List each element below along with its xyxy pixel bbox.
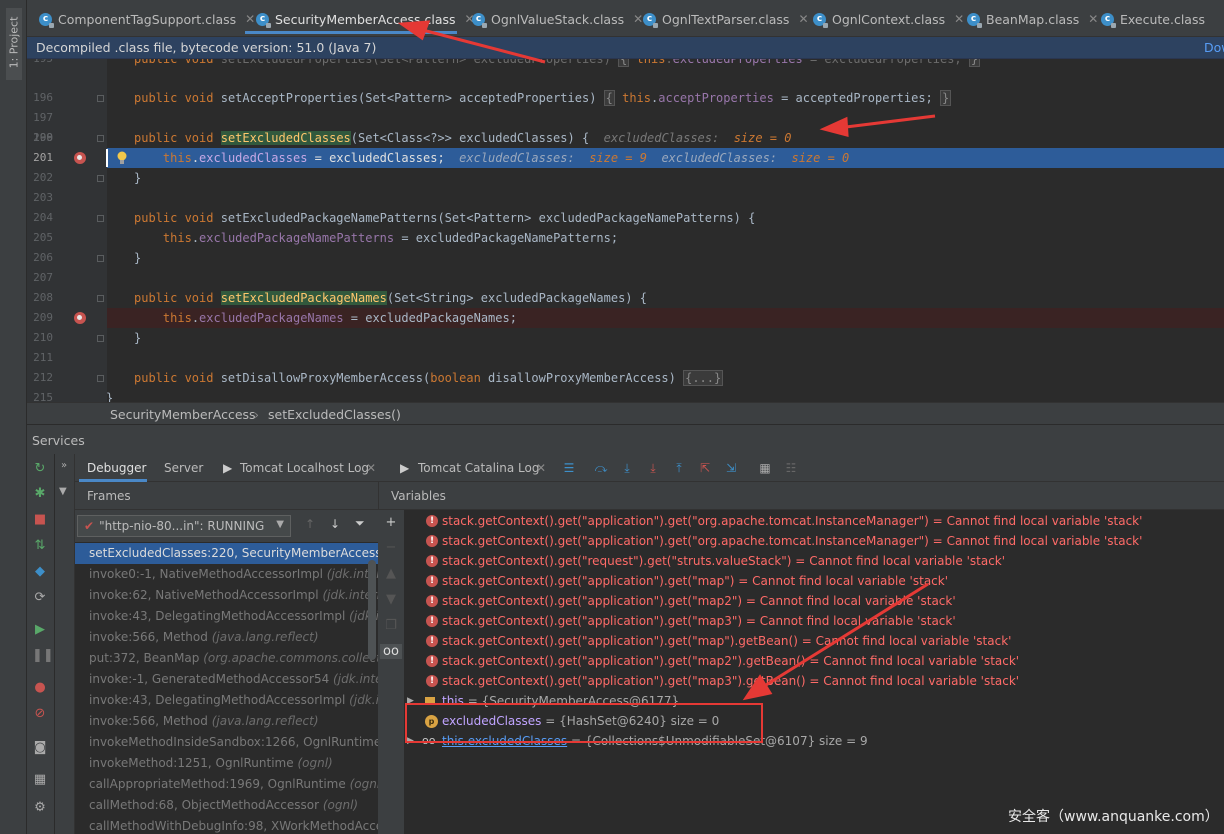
watermark: 安全客（www.anquanke.com） <box>1008 809 1219 825</box>
annotation-arrowhead-3 <box>742 674 773 701</box>
annotation-highlight-box <box>405 703 763 743</box>
annotation-arrow-3 <box>757 582 929 692</box>
annotation-arrowhead-2 <box>819 116 849 137</box>
ide-window: 1: Project c ComponentTagSupport.class ✕ c… <box>0 0 1224 834</box>
annotation-arrowhead-1 <box>397 20 431 41</box>
annotation-arrow-1 <box>414 26 546 64</box>
annotation-arrow-2 <box>837 114 936 130</box>
